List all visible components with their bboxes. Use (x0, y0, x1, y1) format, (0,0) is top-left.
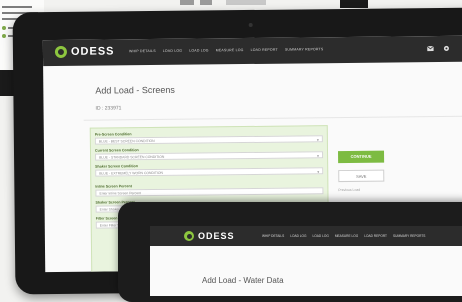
nav-item[interactable]: MEASURE LOG (216, 48, 244, 52)
main-nav: WHIP DETAILS LOAD LOG LOAD LOG MEASURE L… (262, 234, 425, 238)
top-navbar: ODESS WHIP DETAILS LOAD LOG LOAD LOG MEA… (42, 35, 462, 67)
nav-item[interactable]: LOAD REPORT (364, 234, 387, 238)
save-button[interactable]: SAVE (338, 169, 385, 183)
nav-item[interactable]: LOAD LOG (163, 49, 183, 53)
gear-icon[interactable] (443, 45, 450, 52)
record-id: ID : 233971 (95, 105, 122, 112)
nav-item[interactable]: LOAD LOG (290, 234, 306, 238)
nav-item[interactable]: LOAD LOG (313, 234, 329, 238)
continue-button[interactable]: CONTINUE (338, 150, 385, 164)
top-navbar: ODESS WHIP DETAILS LOAD LOG LOAD LOG MEA… (150, 226, 462, 246)
logo-icon (54, 45, 68, 59)
nav-item[interactable]: LOAD REPORT (251, 48, 278, 52)
form-field: Shaker Screen Condition BLUE - EXTREMELY… (95, 162, 324, 177)
form-field: Current Screen Condition BLUE - STANDARD… (95, 146, 324, 161)
pre-screen-select[interactable]: BLUE - BEST SCREEN CONDITION (94, 135, 323, 145)
logo-icon (184, 231, 194, 241)
page-title: Add Load - Water Data (202, 276, 284, 285)
nav-item[interactable]: MEASURE LOG (335, 234, 358, 238)
mail-icon[interactable] (427, 45, 434, 52)
background-element (200, 0, 212, 5)
nav-item[interactable]: WHIP DETAILS (262, 234, 284, 238)
form-field: Inline Screen Percent Enter Inline Scree… (95, 182, 324, 197)
nav-item[interactable]: LOAD LOG (189, 48, 209, 52)
nav-item[interactable]: SUMMARY REPORTS (393, 234, 425, 238)
current-screen-select[interactable]: BLUE - STANDARD SCREEN CONDITION (95, 151, 324, 161)
form-field: Pre-Screen Condition BLUE - BEST SCREEN … (94, 130, 323, 145)
app-logo[interactable]: ODESS (54, 45, 115, 59)
main-nav: WHIP DETAILS LOAD LOG LOAD LOG MEASURE L… (129, 47, 324, 53)
nav-item[interactable]: WHIP DETAILS (129, 49, 156, 53)
divider (83, 115, 462, 121)
background-element (180, 0, 194, 5)
app-screen-second: ODESS WHIP DETAILS LOAD LOG LOAD LOG MEA… (150, 226, 462, 296)
app-logo[interactable]: ODESS (184, 231, 235, 241)
background-element (226, 0, 266, 5)
shaker-screen-select[interactable]: BLUE - EXTREMELY WORN CONDITION (95, 167, 324, 177)
brand-name: ODESS (70, 45, 115, 58)
page-title: Add Load - Screens (95, 84, 175, 96)
nav-item[interactable]: SUMMARY REPORTS (285, 47, 324, 51)
camera (248, 22, 253, 27)
brand-name: ODESS (198, 231, 235, 241)
inline-percent-input[interactable]: Enter Inline Screen Percent (95, 187, 324, 197)
background-element (340, 0, 368, 8)
side-link[interactable]: Previous Load (338, 188, 360, 192)
